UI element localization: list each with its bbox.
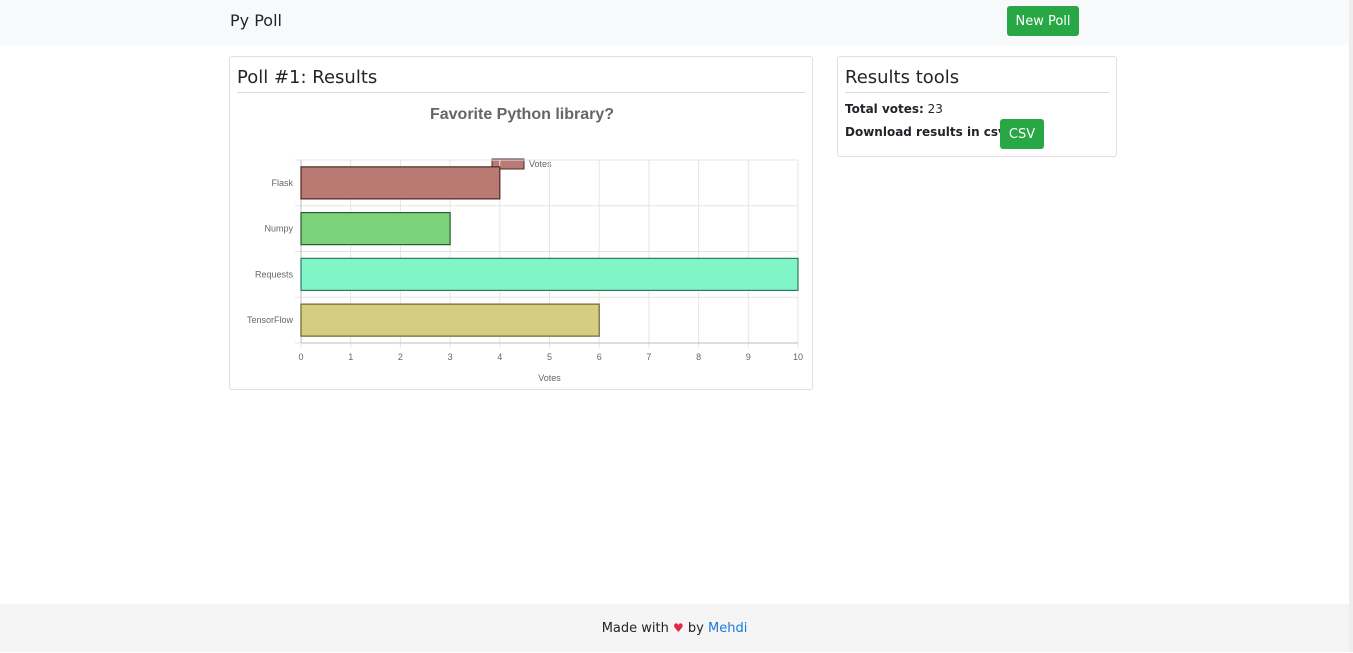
navbar: Py Poll New Poll <box>0 0 1349 45</box>
x-tick-label: 2 <box>398 352 403 362</box>
y-tick-label: Numpy <box>264 224 293 234</box>
tools-card-divider <box>845 92 1109 93</box>
footer-by: by <box>687 621 704 636</box>
total-votes-value: 23 <box>927 102 943 116</box>
poll-card-title: Poll #1: Results <box>237 67 378 88</box>
poll-card-divider <box>237 92 805 93</box>
y-tick-label: Flask <box>271 178 293 188</box>
new-poll-button[interactable]: New Poll <box>1007 6 1079 36</box>
poll-results-card: Poll #1: Results Favorite Python library… <box>229 56 813 390</box>
csv-download-button[interactable]: CSV <box>1000 119 1044 149</box>
scrollbar[interactable] <box>1349 0 1353 652</box>
bar-numpy <box>300 212 451 246</box>
total-votes-line: Total votes: 23 <box>845 102 943 116</box>
bar-tensorflow <box>300 303 600 337</box>
results-bar-chart: Favorite Python library? Votes 0 1 2 3 4 5 6 7 8 9 1… <box>247 106 803 383</box>
bar-requests <box>300 257 799 291</box>
total-votes-label: Total votes: <box>845 102 924 116</box>
chart-title: Favorite Python library? <box>430 106 614 123</box>
x-tick-label: 9 <box>746 352 751 362</box>
download-line: Download results in csv: <box>845 125 1011 139</box>
x-tick-label: 7 <box>646 352 651 362</box>
footer: Made with ♥ by Mehdi <box>0 604 1349 652</box>
bar-flask <box>300 166 501 200</box>
footer-prefix: Made with <box>601 621 669 636</box>
x-tick-label: 8 <box>696 352 701 362</box>
x-tick-label: 3 <box>448 352 453 362</box>
results-tools-card: Results tools Total votes: 23 Download r… <box>837 56 1117 157</box>
x-tick-label: 1 <box>348 352 353 362</box>
heart-icon: ♥ <box>672 621 684 635</box>
x-axis-title: Votes <box>538 373 561 383</box>
brand-link[interactable]: Py Poll <box>230 11 282 30</box>
x-tick-label: 4 <box>497 352 502 362</box>
author-link[interactable]: Mehdi <box>708 621 747 636</box>
download-label: Download results in csv: <box>845 125 1011 139</box>
x-tick-label: 10 <box>793 352 803 362</box>
x-tick-label: 5 <box>547 352 552 362</box>
x-tick-label: 6 <box>597 352 602 362</box>
x-tick-label: 0 <box>298 352 303 362</box>
tools-card-title: Results tools <box>845 67 960 88</box>
y-tick-label: TensorFlow <box>247 315 294 325</box>
y-tick-label: Requests <box>255 269 294 279</box>
